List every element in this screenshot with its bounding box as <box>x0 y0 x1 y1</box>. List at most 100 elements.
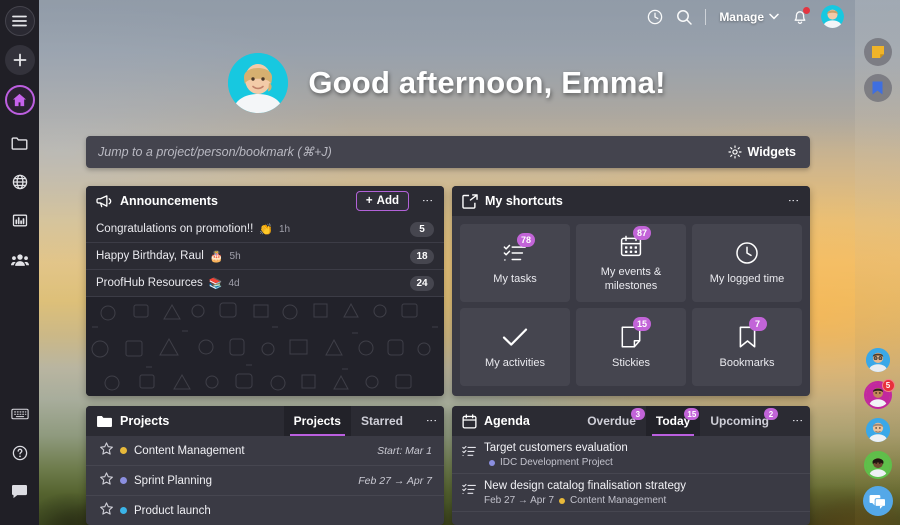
star-icon[interactable] <box>100 501 113 520</box>
announcement-row[interactable]: Happy Birthday, Raul 🎂 5h 18 <box>86 243 444 270</box>
announcements-title: Announcements <box>120 194 218 208</box>
shortcut-my-tasks[interactable]: 78 My tasks <box>460 224 570 302</box>
teammate-avatar-4[interactable] <box>863 451 892 479</box>
announcement-emoji: 👏 <box>259 223 273 236</box>
add-announcement-button[interactable]: + Add <box>355 191 409 211</box>
agenda-project-dot <box>559 497 566 504</box>
megaphone-icon <box>96 195 112 208</box>
notification-dot <box>803 7 810 14</box>
add-label: Add <box>376 195 399 207</box>
menu-icon[interactable] <box>4 6 35 36</box>
announcement-emoji: 🎂 <box>209 250 224 263</box>
bookmarks-icon[interactable] <box>863 74 892 102</box>
projects-title: Projects <box>120 414 170 428</box>
tab-starred[interactable]: Starred <box>351 406 413 436</box>
emma-avatar[interactable] <box>228 52 289 113</box>
agenda-tabs: Overdue 3 Today 15 Upcoming 2 <box>577 406 779 436</box>
projects-menu-icon[interactable]: ⋮ <box>421 415 440 427</box>
announcement-time: 1h <box>278 223 291 235</box>
tab-upcoming[interactable]: Upcoming 2 <box>700 406 779 436</box>
search-input[interactable] <box>86 145 728 159</box>
teammate-avatar-1[interactable] <box>864 346 892 374</box>
check-icon <box>502 324 528 350</box>
stickies-icon[interactable] <box>863 38 892 66</box>
share-box-icon <box>462 193 478 209</box>
shortcuts-menu-icon[interactable]: ⋮ <box>783 195 802 207</box>
star-icon[interactable] <box>100 471 113 490</box>
user-avatar[interactable] <box>821 5 844 28</box>
widgets-button[interactable]: Widgets <box>727 145 811 159</box>
manage-menu[interactable]: Manage <box>719 10 779 24</box>
chat-icon[interactable] <box>0 472 39 511</box>
gear-icon <box>727 145 742 159</box>
projects-panel: Projects Projects Starred ⋮ Content Mana… <box>86 406 444 525</box>
shortcuts-title-group: My shortcuts <box>462 193 563 209</box>
announcement-row[interactable]: ProofHub Resources 📚 4d 24 <box>86 270 444 297</box>
project-row[interactable]: Product launch <box>86 496 444 525</box>
top-bar: Manage <box>39 0 855 33</box>
announcements-title-group: Announcements <box>96 194 218 208</box>
task-list-icon <box>462 442 476 468</box>
shortcut-label: My events & milestones <box>600 266 662 292</box>
shortcut-label: My tasks <box>493 272 537 285</box>
announcement-count: 18 <box>410 248 434 264</box>
shortcuts-grid: 78 My tasks 87 My events & milestones My… <box>452 216 810 394</box>
help-icon[interactable] <box>0 433 39 472</box>
shortcut-badge: 15 <box>633 316 652 331</box>
home-icon[interactable] <box>4 85 35 115</box>
plus-icon: + <box>365 195 373 207</box>
tab-overdue[interactable]: Overdue 3 <box>577 406 646 436</box>
project-row[interactable]: Content Management Start: Mar 1 <box>86 436 444 466</box>
projects-title-group: Projects <box>96 414 169 428</box>
announcements-menu-icon[interactable]: ⋮ <box>417 195 436 207</box>
note-icon: 15 <box>621 316 652 350</box>
announcement-row[interactable]: Congratulations on promotion!! 👏 1h 5 <box>86 216 444 243</box>
header-divider <box>705 8 707 25</box>
project-date: Feb 27 → Apr 7 <box>358 474 432 487</box>
add-icon[interactable] <box>4 45 35 75</box>
tab-projects[interactable]: Projects <box>283 406 351 436</box>
search-icon[interactable] <box>676 9 693 25</box>
shortcut-label: Bookmarks <box>719 356 775 369</box>
people-icon[interactable] <box>0 240 39 279</box>
agenda-dates: Feb 27 → Apr 7 <box>484 495 555 506</box>
right-sidebar: 5 <box>855 0 900 525</box>
star-icon[interactable] <box>100 441 113 460</box>
clock-icon <box>735 240 759 266</box>
page-title: Good afternoon, Emma! <box>308 64 666 100</box>
folder-icon[interactable] <box>0 123 39 162</box>
clock-icon[interactable] <box>647 9 663 25</box>
agenda-menu-icon[interactable]: ⋮ <box>787 415 806 427</box>
reports-icon[interactable] <box>0 201 39 240</box>
agenda-subtext: Feb 27 → Apr 7 Content Management <box>484 495 686 506</box>
shortcut-logged-time[interactable]: My logged time <box>692 224 802 302</box>
bell-icon[interactable] <box>792 7 810 25</box>
left-sidebar <box>0 0 39 525</box>
chat-bubble-icon[interactable] <box>862 486 893 516</box>
shortcut-label: My logged time <box>709 272 785 285</box>
task-list-icon <box>462 480 476 506</box>
calendar-icon <box>462 413 477 429</box>
shortcut-stickies[interactable]: 15 Stickies <box>576 308 686 386</box>
agenda-title-group: Agenda <box>462 413 530 429</box>
agenda-subtext: IDC Development Project <box>484 457 628 468</box>
announcement-count: 5 <box>410 221 434 237</box>
project-row[interactable]: Sprint Planning Feb 27 → Apr 7 <box>86 466 444 496</box>
globe-icon[interactable] <box>0 162 39 201</box>
agenda-row[interactable]: New design catalog finalisation strategy… <box>452 474 810 512</box>
keyboard-icon[interactable] <box>0 394 39 433</box>
tab-today[interactable]: Today 15 <box>645 406 701 436</box>
shortcut-badge: 7 <box>748 316 767 331</box>
teammate-avatar-2[interactable]: 5 <box>863 379 895 409</box>
project-color-dot <box>120 477 127 484</box>
announcement-emoji: 📚 <box>208 277 223 290</box>
announcement-text: Happy Birthday, Raul <box>96 250 204 262</box>
shortcut-bookmarks[interactable]: 7 Bookmarks <box>692 308 802 386</box>
shortcut-my-activities[interactable]: My activities <box>460 308 570 386</box>
teammate-avatar-3[interactable] <box>864 416 892 444</box>
shortcut-my-events[interactable]: 87 My events & milestones <box>576 224 686 302</box>
agenda-header: Agenda Overdue 3 Today 15 Upcoming 2 ⋮ <box>452 406 810 436</box>
projects-tabs: Projects Starred <box>283 406 413 436</box>
agenda-row[interactable]: Target customers evaluation IDC Developm… <box>452 436 810 474</box>
announcement-text: Congratulations on promotion!! <box>96 223 254 235</box>
